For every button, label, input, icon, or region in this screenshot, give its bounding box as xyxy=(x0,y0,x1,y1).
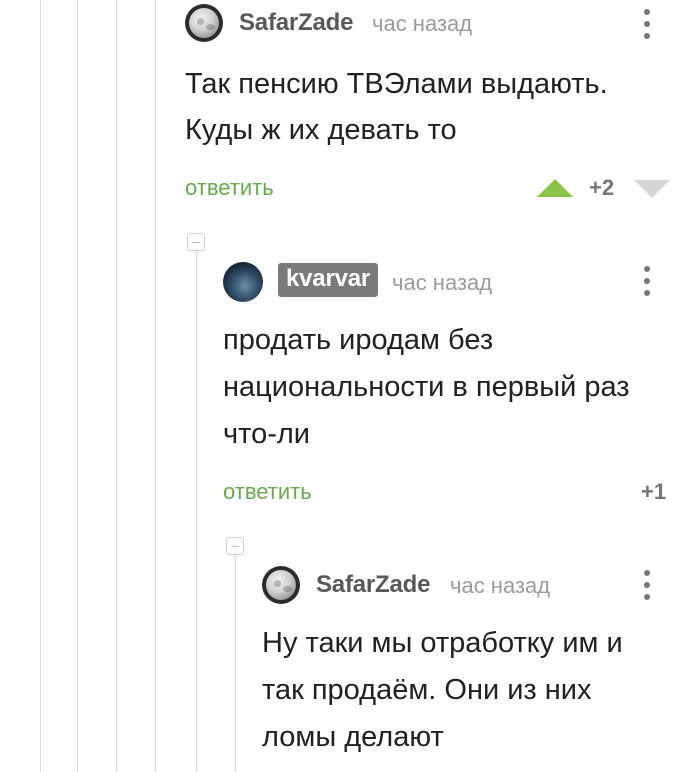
comment-author[interactable]: SafarZade xyxy=(316,571,430,599)
comment-text-line: ломы делают xyxy=(262,721,444,753)
comment-time[interactable]: час назад xyxy=(450,573,550,599)
comment-text-line: Ну таки мы отработку им и xyxy=(262,627,623,659)
more-vertical-icon[interactable] xyxy=(643,570,651,606)
comment: SafarZade час назад Ну таки мы отработку… xyxy=(0,0,700,772)
comment-text-line: так продаём. Они из них xyxy=(262,674,592,706)
user-avatar[interactable] xyxy=(262,566,300,604)
